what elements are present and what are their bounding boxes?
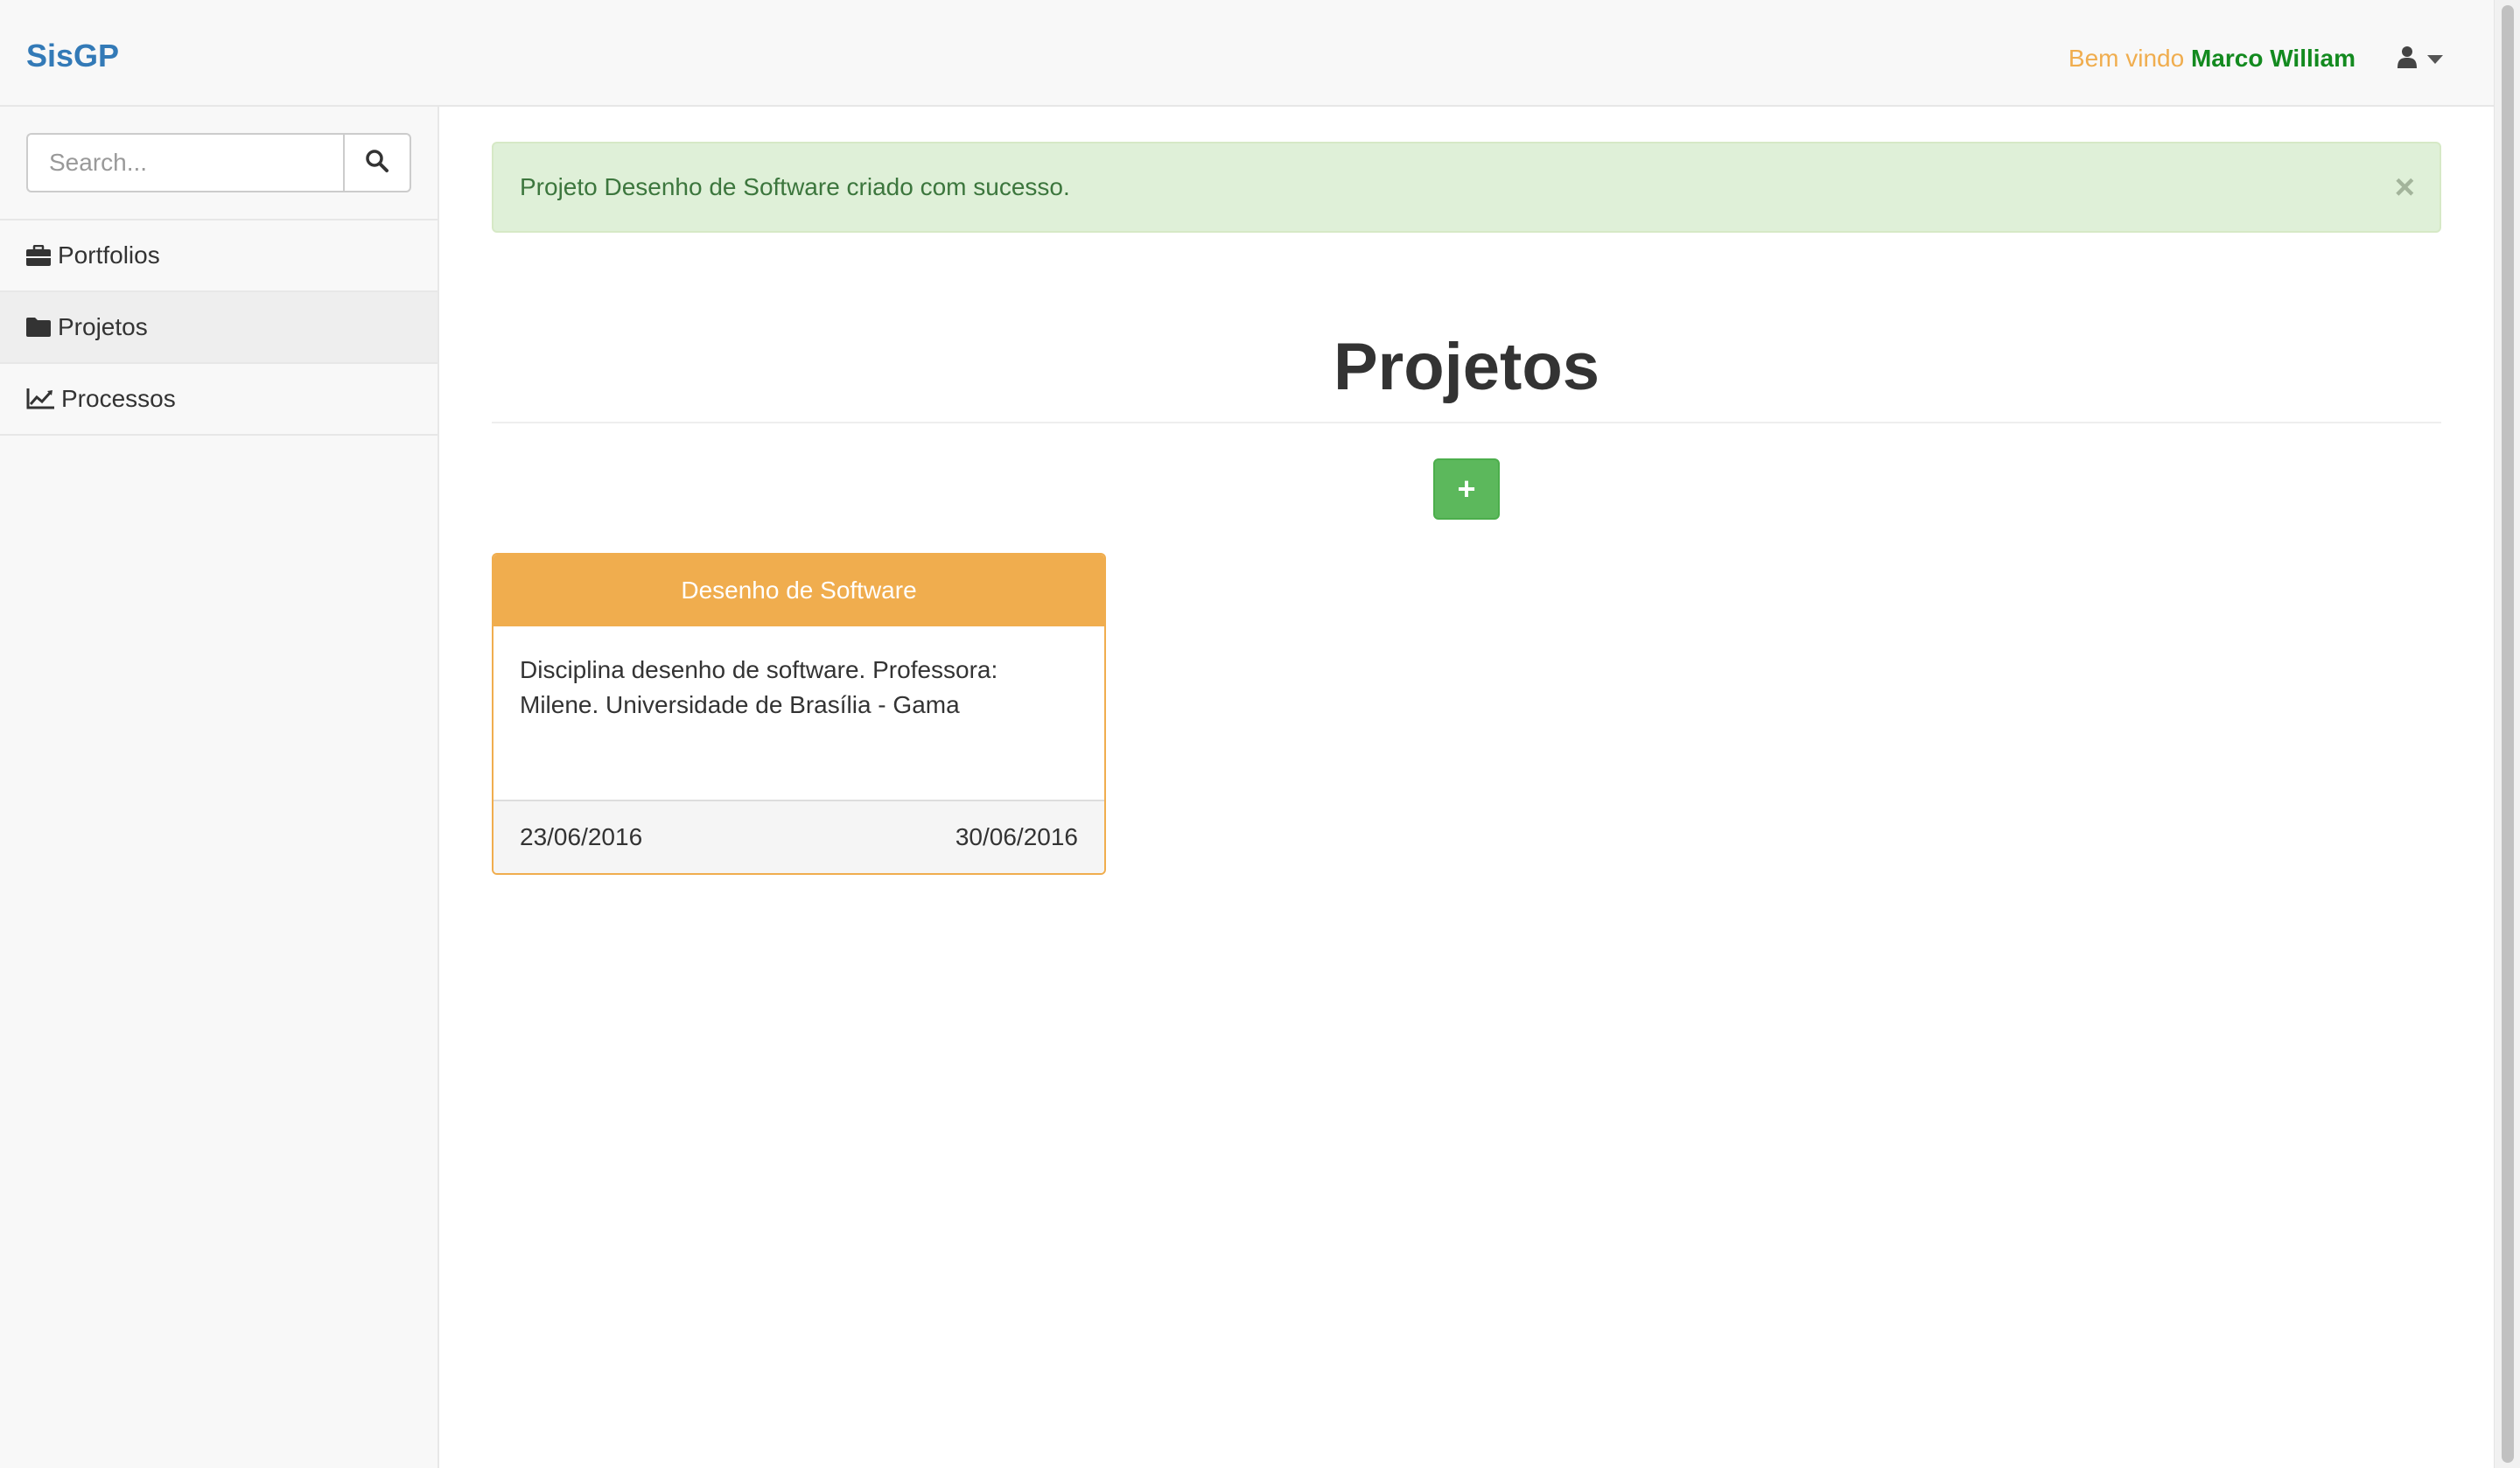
search-icon xyxy=(365,149,389,178)
sidebar-item-label: Processos xyxy=(61,385,176,412)
sidebar: Portfolios Projetos Processos xyxy=(0,107,439,1468)
user-icon xyxy=(2398,45,2417,73)
user-menu-dropdown[interactable] xyxy=(2398,45,2443,73)
brand-logo-link[interactable]: SisGP xyxy=(26,40,119,72)
close-icon[interactable]: × xyxy=(2395,170,2415,205)
sidebar-item-processos[interactable]: Processos xyxy=(0,364,438,436)
divider xyxy=(492,422,2441,423)
project-card-footer: 23/06/2016 30/06/2016 xyxy=(494,801,1104,873)
briefcase-icon xyxy=(26,245,51,266)
project-end-date: 30/06/2016 xyxy=(955,823,1078,850)
chevron-down-icon xyxy=(2427,54,2443,64)
sidebar-item-projetos[interactable]: Projetos xyxy=(0,292,438,364)
welcome-message: Bem vindo Marco William xyxy=(2068,46,2356,71)
vertical-scrollbar[interactable] xyxy=(2494,0,2520,1468)
plus-icon: + xyxy=(1457,471,1476,507)
project-start-date: 23/06/2016 xyxy=(520,823,643,850)
success-alert: Projeto Desenho de Software criado com s… xyxy=(492,142,2441,233)
top-navbar: SisGP Bem vindo Marco William xyxy=(0,0,2494,107)
sidebar-item-portfolios[interactable]: Portfolios xyxy=(0,220,438,292)
search-button[interactable] xyxy=(343,133,411,192)
project-card-description: Disciplina desenho de software. Professo… xyxy=(494,626,1104,801)
add-project-button[interactable]: + xyxy=(1433,458,1500,520)
welcome-prefix: Bem vindo xyxy=(2068,45,2185,72)
search-input[interactable] xyxy=(26,133,345,192)
page-title: Projetos xyxy=(1333,330,1600,404)
project-card[interactable]: Desenho de Software Disciplina desenho d… xyxy=(492,553,1106,875)
scrollbar-thumb[interactable] xyxy=(2502,5,2514,1463)
project-card-title: Desenho de Software xyxy=(494,555,1104,626)
user-name: Marco William xyxy=(2190,45,2356,72)
folder-icon xyxy=(26,318,51,337)
alert-message: Projeto Desenho de Software criado com s… xyxy=(520,173,1070,200)
sidebar-search xyxy=(0,107,438,220)
sidebar-item-label: Projetos xyxy=(58,313,148,340)
sidebar-item-label: Portfolios xyxy=(58,241,160,269)
line-chart-icon xyxy=(26,388,54,409)
